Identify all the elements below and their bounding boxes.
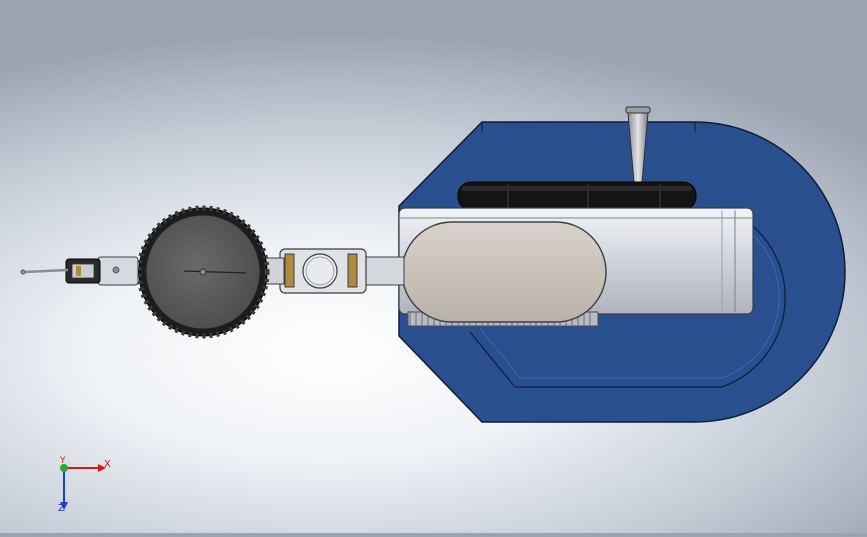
z-axis-label: Z: [58, 503, 65, 514]
y-axis-label: Y: [60, 456, 66, 466]
stem-rod[interactable]: [363, 256, 405, 286]
probe-stylus[interactable]: [20, 268, 69, 275]
dial-indicator[interactable]: [136, 205, 270, 339]
model-canvas: [20, 106, 846, 423]
coordinate-triad: X Y Z: [48, 452, 118, 522]
model-viewport[interactable]: X Y Z: [0, 0, 867, 533]
probe-housing[interactable]: [65, 256, 139, 286]
x-axis-label: X: [104, 459, 111, 470]
clamp-pad[interactable]: [401, 221, 607, 323]
swivel-clamp[interactable]: [279, 248, 367, 294]
clamp-knob[interactable]: [457, 181, 697, 211]
